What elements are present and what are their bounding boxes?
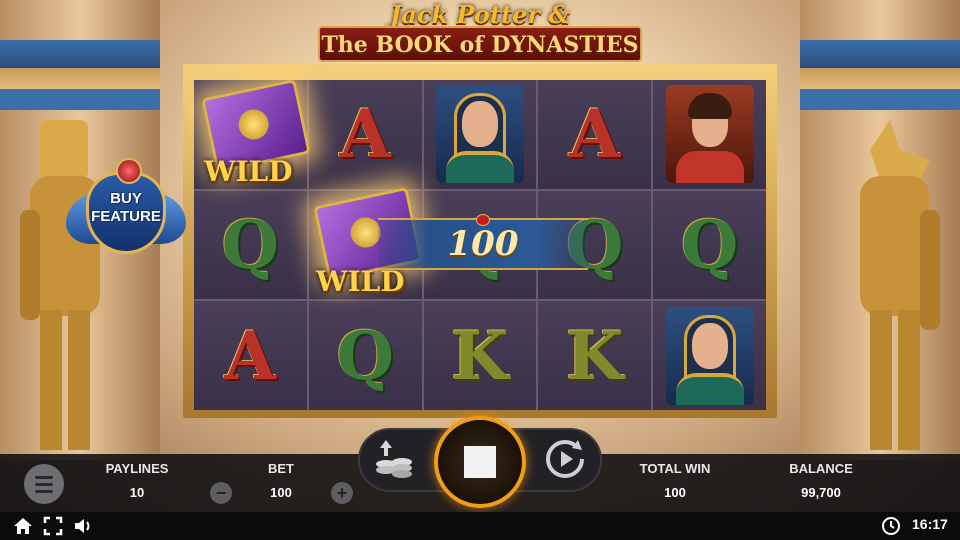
logo-line-2: The BOOK of DYNASTIES (318, 26, 642, 62)
bet-value: 100 (270, 485, 292, 500)
ruby-gem-icon (116, 158, 142, 184)
paylines-label: PAYLINES (105, 461, 169, 476)
symbol-a: A (224, 316, 276, 395)
bet-increase-button[interactable]: + (331, 482, 353, 504)
spin-stop-button[interactable] (434, 416, 526, 508)
reel-5-row-1 (653, 80, 766, 189)
game-logo: Jack Potter & The BOOK of DYNASTIES (318, 0, 642, 68)
symbol-q: Q (336, 316, 394, 395)
jack-potter-symbol (665, 85, 754, 184)
fullscreen-icon[interactable] (42, 515, 64, 537)
balance-value: 99,700 (801, 485, 841, 500)
reel-3-row-1 (423, 80, 537, 189)
menu-button[interactable] (24, 464, 64, 504)
home-icon[interactable] (12, 515, 34, 537)
reel-1-row-3: A (194, 301, 307, 411)
reel-4-row-3: K (538, 301, 652, 411)
clock-time: 16:17 (912, 516, 948, 532)
wild-label: WILD (204, 155, 293, 188)
symbol-k: K (566, 316, 624, 395)
reel-2-row-1: A (308, 80, 422, 189)
buy-feature-button[interactable]: BUY FEATURE (66, 152, 186, 264)
reel-4-row-1: A (538, 80, 652, 189)
reel-5-row-2: Q (653, 190, 766, 300)
buy-feature-label-line-1: BUY (110, 190, 142, 207)
footer-bar (0, 512, 960, 540)
reel-5-row-3 (653, 301, 766, 411)
sound-icon[interactable] (72, 515, 94, 537)
total-win-value: 100 (664, 485, 686, 500)
clock-icon (882, 517, 900, 535)
symbol-q: Q (680, 206, 739, 284)
balance-label: BALANCE (789, 461, 853, 476)
autoplay-icon[interactable] (542, 436, 588, 482)
symbol-k: K (451, 316, 509, 395)
ruby-gem-icon (476, 214, 490, 226)
reel-1-row-2: Q (194, 190, 307, 300)
stop-icon (464, 446, 496, 478)
total-win-label: TOTAL WIN (639, 461, 711, 476)
symbol-a: A (569, 95, 621, 174)
line-win-banner: 100 (378, 214, 588, 270)
bet-label: BET (268, 461, 294, 476)
symbol-a: A (339, 95, 391, 174)
wild-symbol: WILD (198, 78, 311, 192)
buy-feature-label: BUY FEATURE (66, 190, 186, 226)
bet-decrease-button[interactable]: − (210, 482, 232, 504)
coins-icon[interactable] (372, 438, 416, 482)
buy-feature-label-line-2: FEATURE (91, 208, 161, 225)
line-win-amount: 100 (447, 224, 519, 264)
menu-icon (35, 475, 53, 479)
right-anubis-statue (860, 120, 940, 450)
reel-3-row-3: K (423, 301, 537, 411)
paylines-value: 10 (129, 485, 145, 500)
reel-5: Q (653, 80, 766, 411)
reel-2-row-3: Q (308, 301, 422, 411)
cleopatra-symbol (435, 85, 524, 184)
symbol-q: Q (221, 206, 280, 284)
cleopatra-symbol (665, 306, 754, 405)
